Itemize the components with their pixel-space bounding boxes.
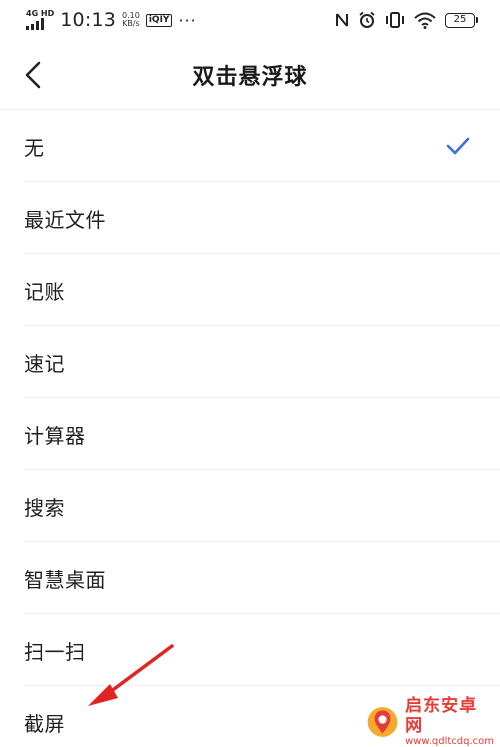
option-label: 智慧桌面	[24, 567, 106, 592]
annotation-arrow-icon	[88, 644, 174, 706]
option-scan[interactable]: 扫一扫	[0, 614, 500, 686]
option-label: 截屏	[24, 711, 65, 736]
battery-icon: 25	[445, 12, 478, 28]
option-quick-note[interactable]: 速记	[0, 326, 500, 398]
signal-icon	[26, 18, 44, 30]
back-button[interactable]	[18, 60, 48, 90]
option-recent-files[interactable]: 最近文件	[0, 182, 500, 254]
option-calculator[interactable]: 计算器	[0, 398, 500, 470]
battery-tip	[476, 17, 478, 23]
status-right: 25	[335, 11, 478, 29]
option-smart-desktop[interactable]: 智慧桌面	[0, 542, 500, 614]
status-left: 4G HD 10:13 0.10 KB/s iQIY ···	[26, 9, 197, 31]
option-label: 无	[24, 135, 45, 160]
option-label: 计算器	[24, 423, 86, 448]
watermark-title: 启东安卓网	[405, 696, 478, 736]
wifi-icon	[414, 12, 436, 29]
network-type: 4G HD	[26, 9, 55, 18]
chevron-left-icon	[25, 61, 41, 89]
vibrate-icon	[385, 11, 405, 29]
check-icon	[446, 137, 470, 155]
option-label: 记账	[24, 279, 65, 304]
speed-unit: KB/s	[122, 19, 140, 28]
status-time: 10:13	[60, 9, 117, 31]
signal-group: 4G HD	[26, 10, 54, 30]
network-speed: 0.10 KB/s	[122, 12, 140, 28]
option-label: 搜索	[24, 495, 65, 520]
more-notifications-icon: ···	[178, 10, 197, 30]
option-label: 扫一扫	[24, 639, 86, 664]
watermark-text: 启东安卓网 www.qdltcdq.com	[405, 696, 494, 747]
app-notification-icon: iQIY	[145, 13, 173, 27]
option-bookkeeping[interactable]: 记账	[0, 254, 500, 326]
nfc-icon	[335, 12, 349, 28]
status-bar: 4G HD 10:13 0.10 KB/s iQIY ··· 25	[0, 0, 500, 40]
options-list: 无 最近文件 记账 速记 计算器 搜索 智慧桌面 扫一扫 截屏	[0, 110, 500, 747]
title-bar: 双击悬浮球	[0, 40, 500, 110]
option-label: 最近文件	[24, 207, 106, 232]
option-none[interactable]: 无	[0, 110, 500, 182]
watermark-logo-icon	[367, 707, 398, 737]
option-label: 速记	[24, 351, 65, 376]
page-title: 双击悬浮球	[192, 64, 308, 90]
option-search[interactable]: 搜索	[0, 470, 500, 542]
watermark-url: www.qdltcdq.com	[405, 736, 494, 747]
battery-level: 25	[445, 12, 475, 28]
alarm-icon	[358, 11, 376, 29]
watermark: 启东安卓网 www.qdltcdq.com	[366, 696, 494, 747]
